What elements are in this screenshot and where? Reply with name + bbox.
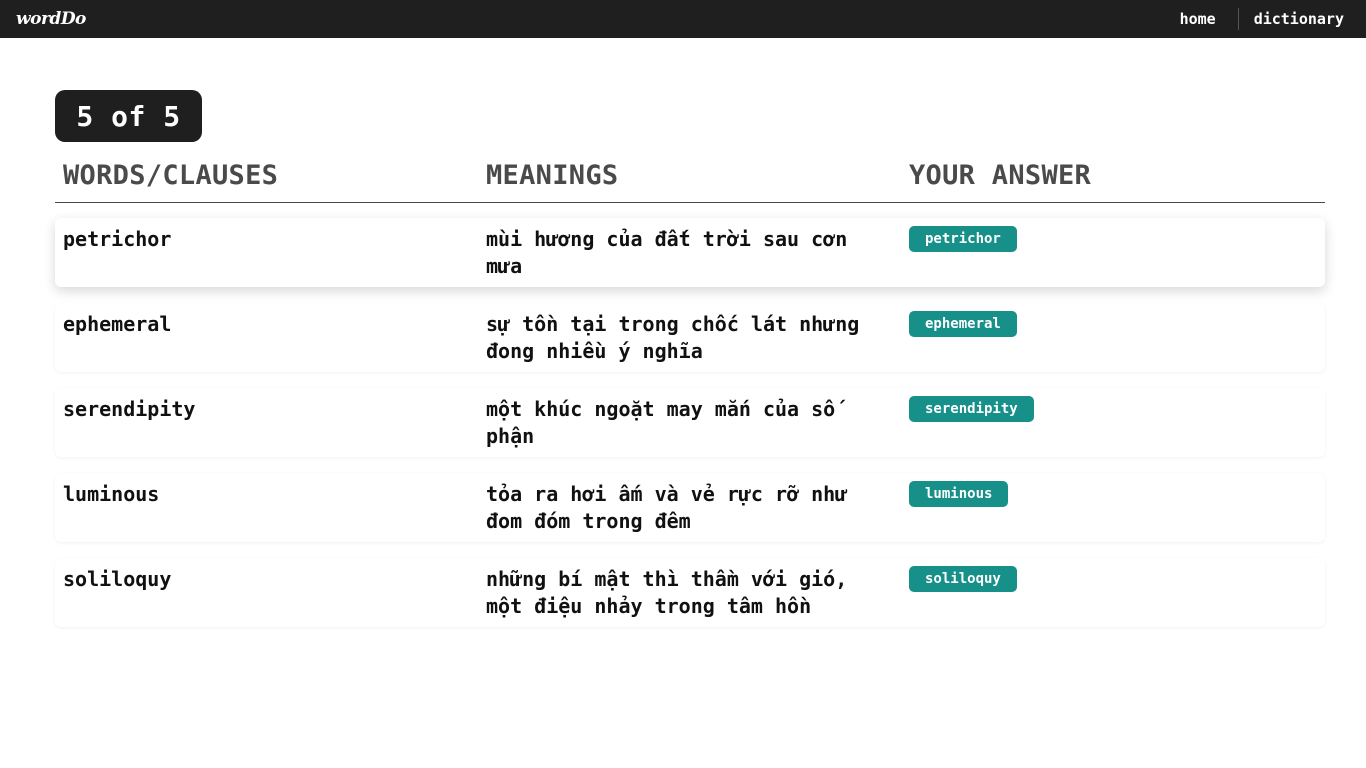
meaning-cell: tỏa ra hơi ấm và vẻ rực rỡ như đom đóm t…: [486, 482, 848, 533]
nav-home-link[interactable]: home: [1180, 10, 1238, 28]
meaning-cell: sự tồn tại trong chốc lát nhưng đong nhi…: [486, 312, 860, 363]
header-words: WORDS/CLAUSES: [63, 160, 279, 191]
table-row: soliloquy những bí mật thì thầm với gió,…: [55, 558, 1325, 627]
table-row: petrichor mùi hương của đất trời sau cơn…: [55, 218, 1325, 287]
word-cell: petrichor: [63, 227, 172, 251]
answer-badge[interactable]: luminous: [909, 481, 1009, 507]
word-cell: ephemeral: [63, 312, 172, 336]
word-cell: soliloquy: [63, 567, 172, 591]
table-header: WORDS/CLAUSES MEANINGS YOUR ANSWER: [55, 150, 1325, 203]
table-row: serendipity một khúc ngoặt may mắn của s…: [55, 388, 1325, 457]
nav-dictionary-link[interactable]: dictionary: [1239, 10, 1344, 28]
answer-badge[interactable]: petrichor: [909, 226, 1017, 252]
app-logo[interactable]: wordDo: [16, 9, 86, 29]
progress-counter: 5 of 5: [55, 90, 202, 142]
meaning-cell: mùi hương của đất trời sau cơn mưa: [486, 227, 848, 278]
main-nav: home dictionary: [1180, 0, 1344, 38]
top-navbar: wordDo home dictionary: [0, 0, 1366, 38]
word-cell: luminous: [63, 482, 160, 506]
table-row: luminous tỏa ra hơi ấm và vẻ rực rỡ như …: [55, 473, 1325, 542]
answer-badge[interactable]: ephemeral: [909, 311, 1017, 337]
answer-badge[interactable]: serendipity: [909, 396, 1034, 422]
header-answer: YOUR ANSWER: [909, 160, 1092, 191]
meaning-cell: những bí mật thì thầm với gió, một điệu …: [486, 567, 848, 618]
answer-badge[interactable]: soliloquy: [909, 566, 1017, 592]
meaning-cell: một khúc ngoặt may mắn của số phận: [486, 397, 836, 448]
word-cell: serendipity: [63, 397, 196, 421]
results-table: WORDS/CLAUSES MEANINGS YOUR ANSWER petri…: [55, 150, 1325, 627]
header-meanings: MEANINGS: [486, 160, 619, 191]
table-row: ephemeral sự tồn tại trong chốc lát nhưn…: [55, 303, 1325, 372]
